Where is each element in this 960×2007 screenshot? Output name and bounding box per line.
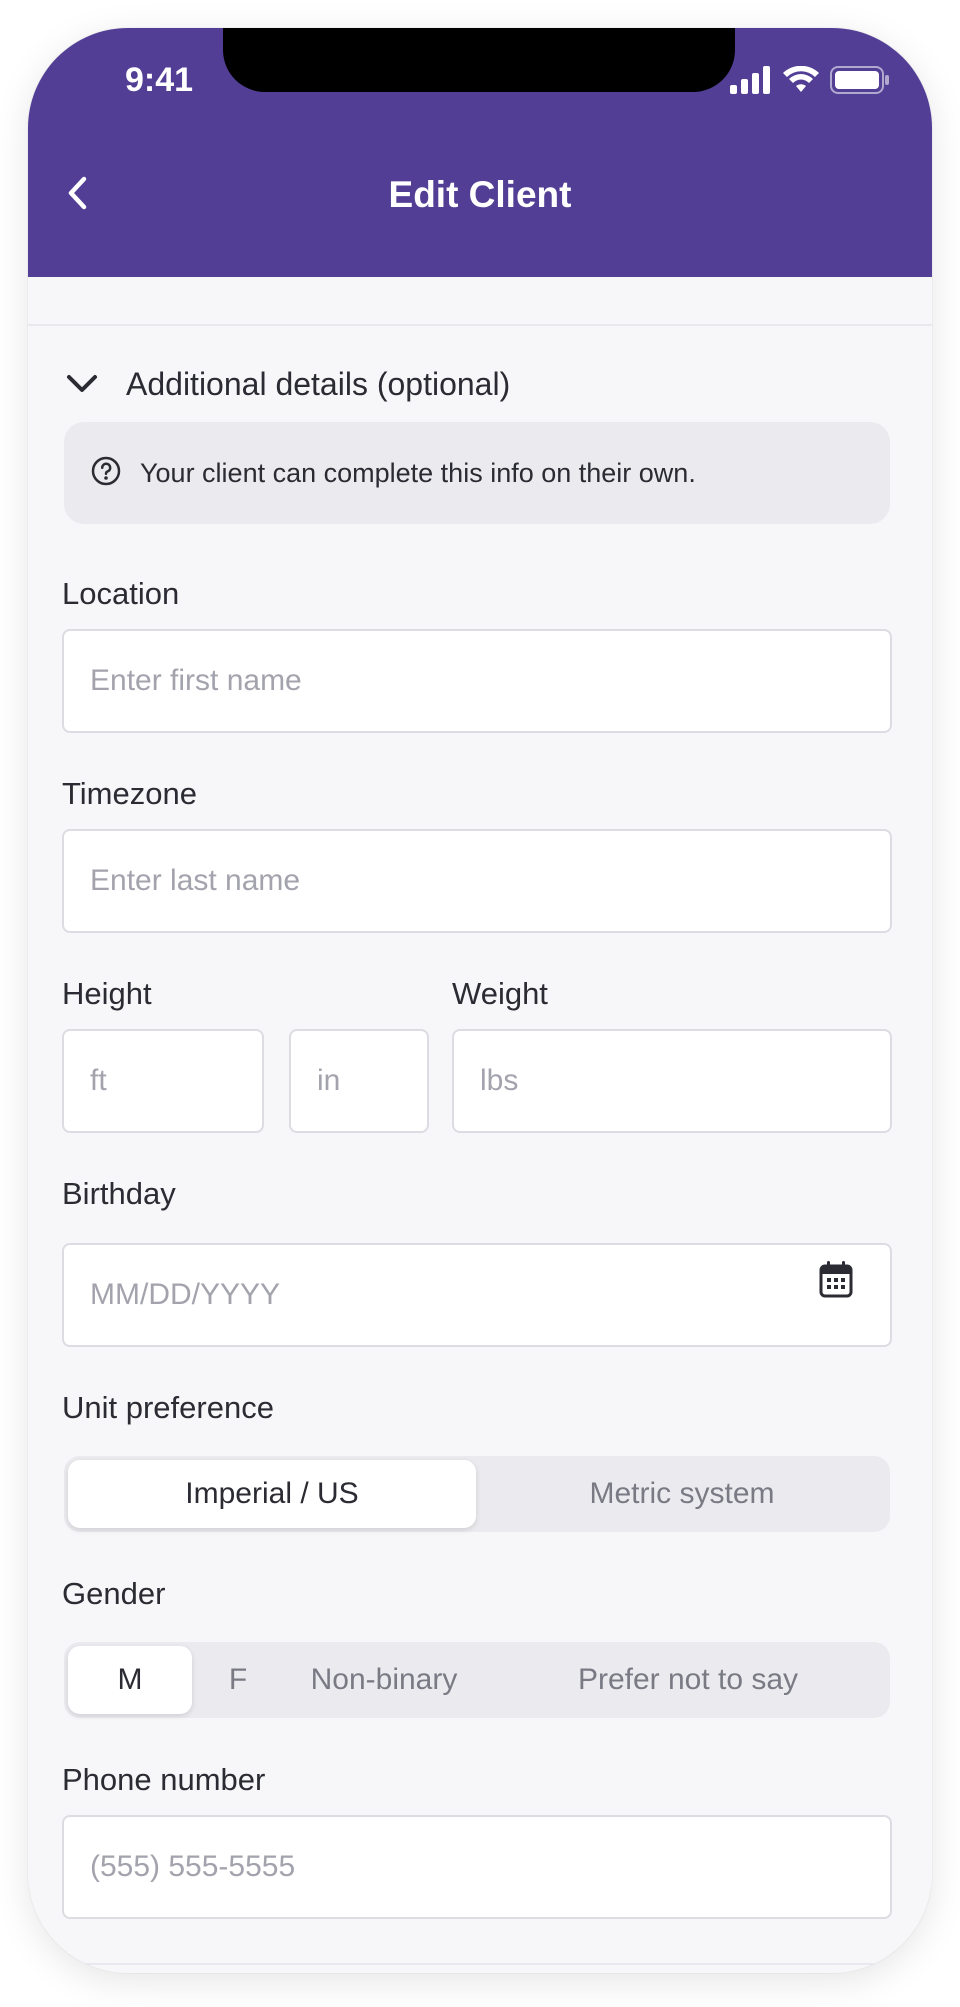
- gender-option-prefer-not-to-say[interactable]: Prefer not to say: [490, 1646, 886, 1714]
- timezone-label: Timezone: [62, 776, 197, 811]
- phone-frame: 9:41 Edit Client Additional details (opt…: [28, 28, 932, 1973]
- app-header: 9:41 Edit Client: [28, 28, 932, 277]
- phone-input[interactable]: [62, 1815, 892, 1919]
- gender-segmented-control: M F Non-binary Prefer not to say: [64, 1642, 890, 1718]
- signal-icon: [730, 66, 772, 94]
- section-title: Additional details (optional): [126, 365, 511, 402]
- gender-option-m[interactable]: M: [68, 1646, 192, 1714]
- calendar-icon[interactable]: [818, 1259, 854, 1299]
- info-banner: Your client can complete this info on th…: [64, 422, 890, 524]
- status-icons: [730, 65, 900, 96]
- unit-preference-label: Unit preference: [62, 1390, 274, 1425]
- phone-label: Phone number: [62, 1762, 266, 1797]
- gender-label: Gender: [62, 1576, 166, 1611]
- device-notch: [223, 28, 735, 92]
- additional-details-toggle[interactable]: Additional details (optional): [62, 354, 510, 414]
- divider: [28, 324, 932, 326]
- wifi-icon: [782, 65, 820, 94]
- birthday-label: Birthday: [62, 1176, 176, 1211]
- status-time: 9:41: [124, 61, 194, 99]
- location-input[interactable]: [62, 629, 892, 733]
- location-label: Location: [62, 576, 180, 611]
- birthday-input[interactable]: [62, 1243, 892, 1347]
- page-title: Edit Client: [388, 174, 572, 215]
- back-button[interactable]: [52, 170, 102, 220]
- weight-label: Weight: [452, 976, 548, 1011]
- help-circle-icon: [90, 455, 122, 492]
- height-feet-input[interactable]: [62, 1029, 264, 1133]
- timezone-input[interactable]: [62, 829, 892, 933]
- divider: [28, 1963, 932, 1965]
- weight-input[interactable]: [452, 1029, 892, 1133]
- unit-preference-segmented-control: Imperial / US Metric system: [64, 1456, 890, 1532]
- unit-option-metric[interactable]: Metric system: [478, 1460, 886, 1528]
- height-label: Height: [62, 976, 152, 1011]
- gender-option-f[interactable]: F: [198, 1646, 278, 1714]
- info-text: Your client can complete this info on th…: [140, 457, 696, 488]
- height-inches-input[interactable]: [289, 1029, 429, 1133]
- chevron-left-icon: [66, 175, 88, 216]
- chevron-down-icon: [62, 364, 102, 404]
- gender-option-non-binary[interactable]: Non-binary: [284, 1646, 484, 1714]
- battery-icon: [830, 66, 890, 94]
- unit-option-imperial[interactable]: Imperial / US: [68, 1460, 476, 1528]
